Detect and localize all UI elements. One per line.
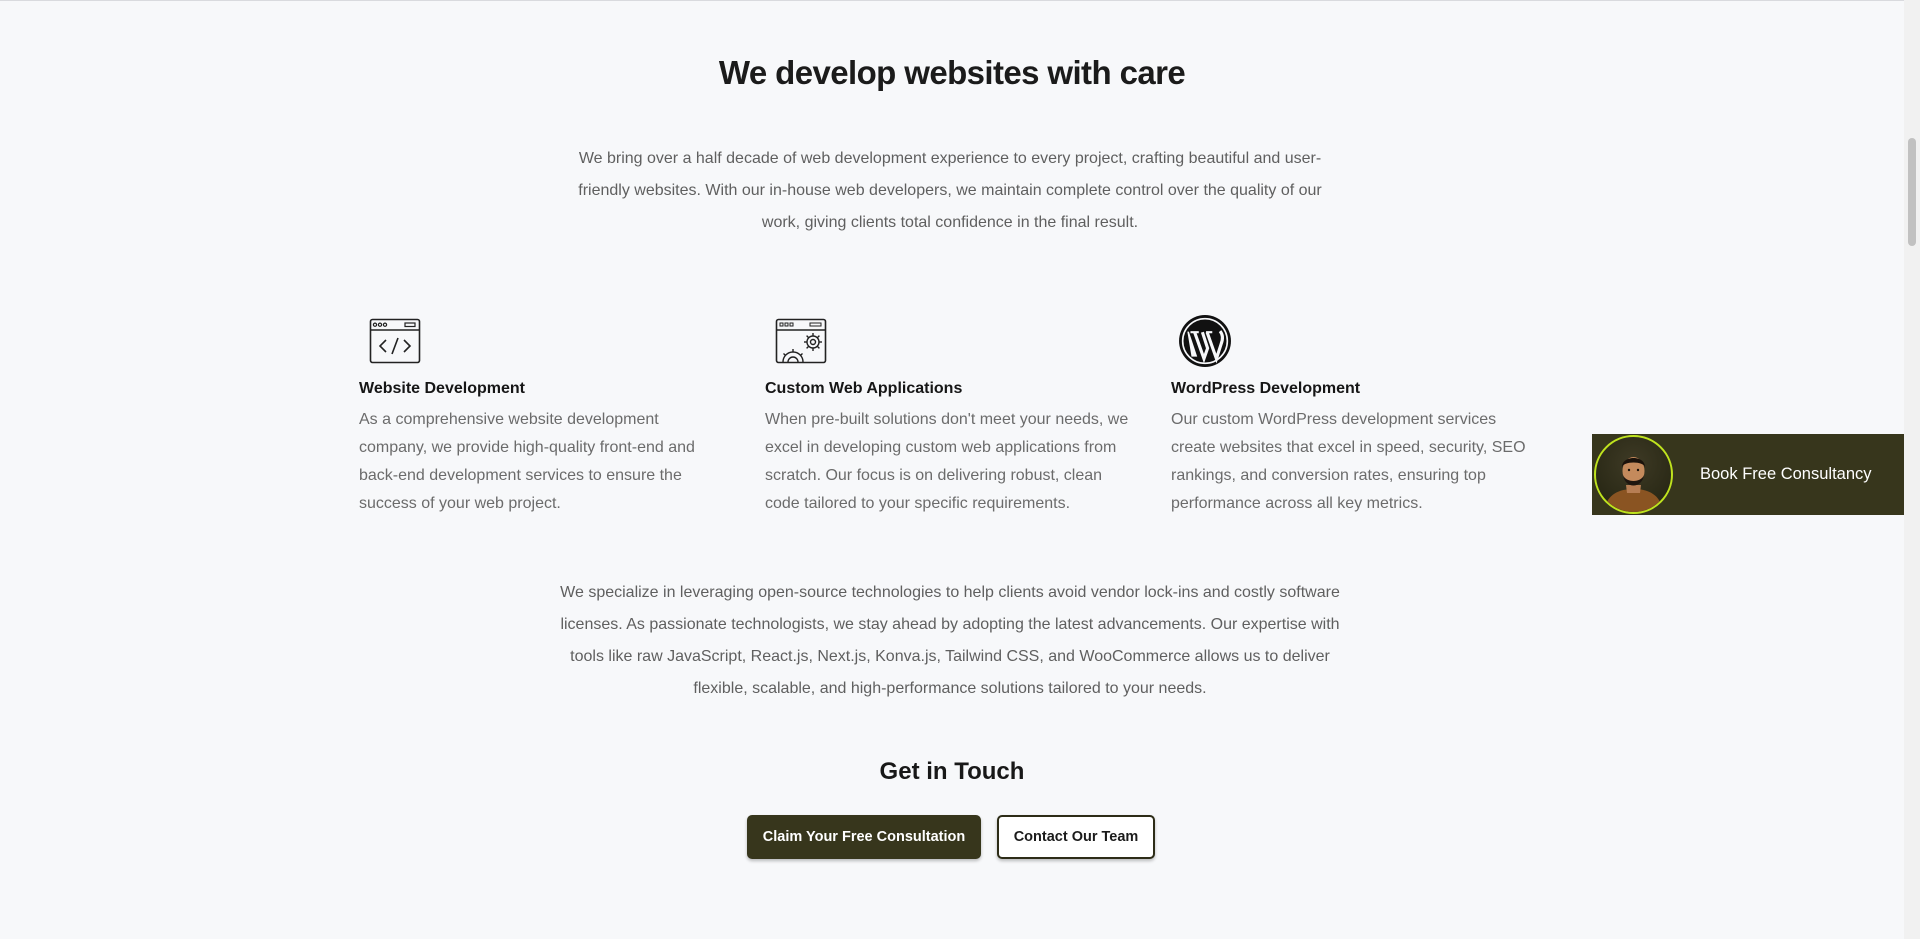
wordpress-icon	[1179, 315, 1231, 367]
service-description: As a comprehensive website development c…	[359, 411, 695, 512]
page: We develop websites with care We bring o…	[0, 0, 1920, 939]
service-title: Custom Web Applications	[765, 380, 963, 397]
scrollbar-thumb[interactable]	[1908, 138, 1916, 246]
claim-free-consultation-button[interactable]: Claim Your Free Consultation	[747, 815, 981, 859]
book-consultancy-label: Book Free Consultancy	[1700, 465, 1872, 483]
service-title: Website Development	[359, 380, 525, 397]
service-description: When pre-built solutions don't meet your…	[765, 411, 1129, 512]
outro-paragraph: We specialize in leveraging open-source …	[560, 584, 1340, 697]
service-title: WordPress Development	[1171, 380, 1361, 397]
contact-our-team-button[interactable]: Contact Our Team	[997, 815, 1155, 859]
section-heading: We develop websites with care	[718, 54, 1186, 91]
service-description: Our custom WordPress development service…	[1171, 411, 1526, 512]
book-consultancy-widget[interactable]: Book Free Consultancy	[1592, 434, 1904, 515]
services-grid: Website Development As a comprehensive w…	[359, 315, 1569, 518]
person-photo-icon	[1604, 457, 1663, 512]
intro-paragraph: We bring over a half decade of web devel…	[578, 150, 1322, 231]
consultant-avatar	[1594, 435, 1673, 514]
get-in-touch-heading: Get in Touch	[879, 758, 1025, 785]
page-scrollbar[interactable]	[1904, 0, 1920, 939]
top-divider	[0, 0, 1904, 1]
web-app-gears-icon	[775, 318, 827, 364]
code-window-icon	[369, 318, 421, 364]
